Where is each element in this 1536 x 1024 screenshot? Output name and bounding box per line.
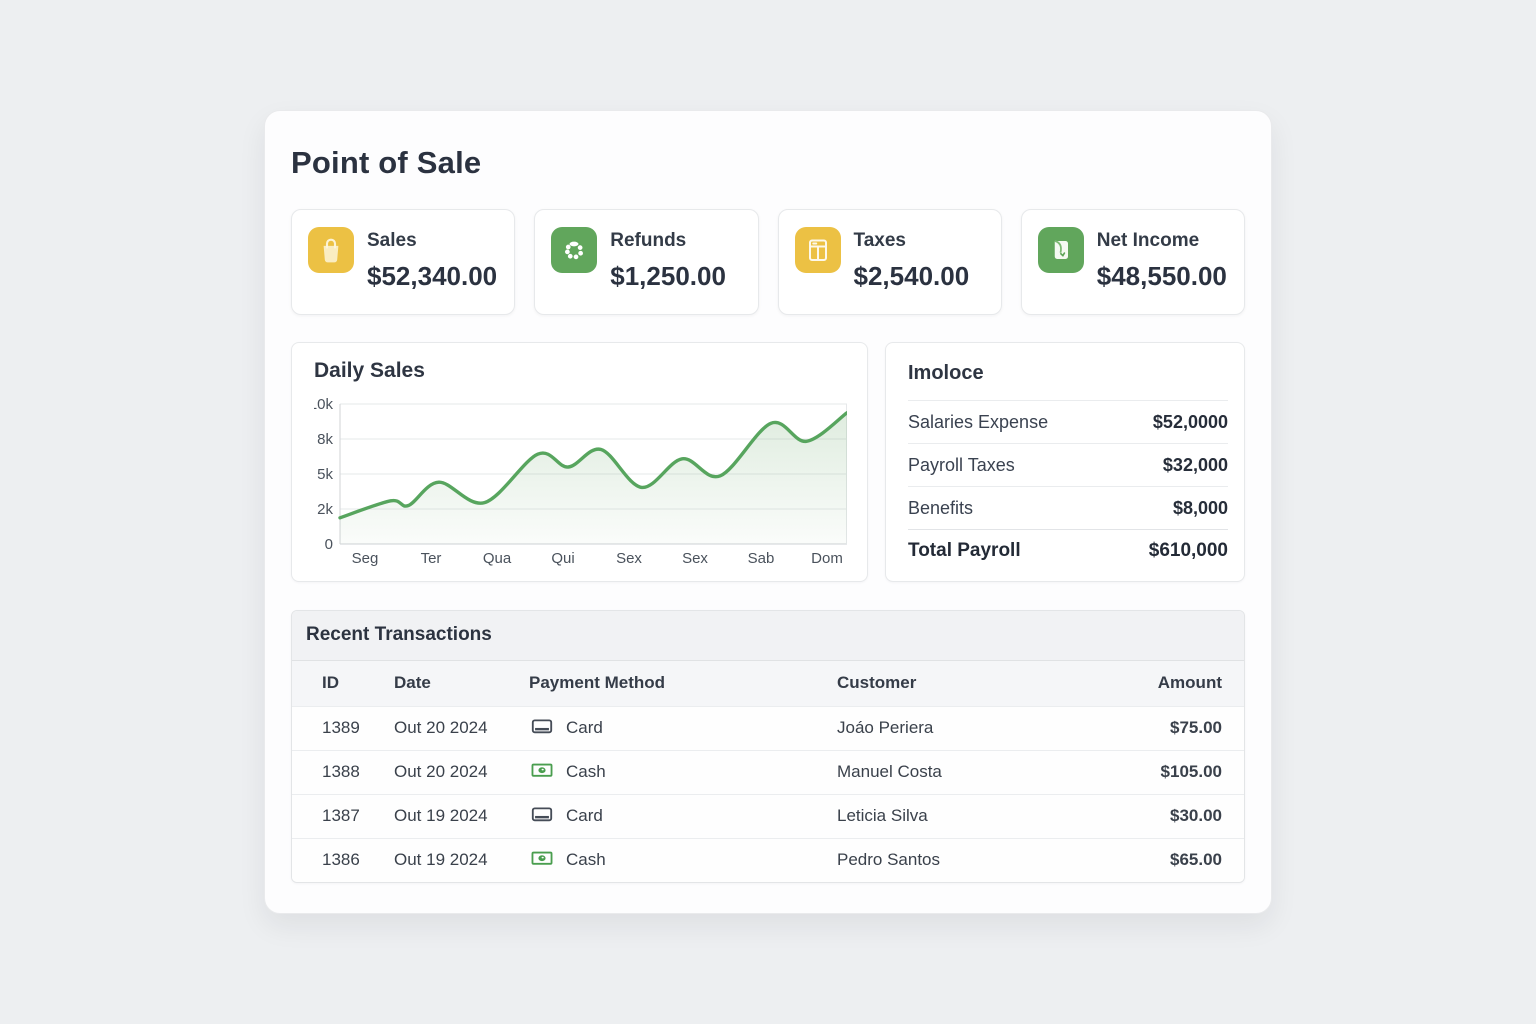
card-icon: [529, 801, 555, 832]
txn-date: Out 19 2024: [394, 794, 529, 838]
stat-value: $2,540.00: [854, 261, 970, 292]
txn-amount: $105.00: [1127, 750, 1244, 794]
payroll-row-label: Payroll Taxes: [908, 455, 1015, 476]
daily-sales-chart-svg: 0 2k 5k 8k 10k Seg Ter Qua Qui Sex Sex Sab Dom: [314, 387, 847, 569]
daily-sales-chart: 0 2k 5k 8k 10k Seg Ter Qua Qui Sex Sex Sab Dom: [314, 387, 845, 574]
transactions-title: Recent Transactions: [292, 611, 1244, 661]
payroll-row-label: Benefits: [908, 498, 973, 519]
payroll-row: Benefits $8,000: [908, 486, 1228, 529]
stat-card[interactable]: Refunds $1,250.00: [534, 209, 758, 315]
middle-row: Daily Sales 0 2k 5k 8k 10k Seg Ter Qua Qui Sex Sex…: [291, 342, 1245, 582]
svg-text:Sex: Sex: [616, 550, 642, 567]
payroll-row-value: $32,000: [1163, 455, 1228, 476]
payroll-panel-title: Imoloce: [908, 343, 1228, 400]
stat-label: Refunds: [610, 230, 726, 252]
column-header-amount: Amount: [1127, 661, 1244, 706]
txn-method: Cash: [566, 762, 606, 782]
refresh-dots-icon: [551, 227, 597, 273]
stat-value: $1,250.00: [610, 261, 726, 292]
card-icon: [529, 713, 555, 744]
payroll-total-label: Total Payroll: [908, 540, 1021, 562]
page-title: Point of Sale: [291, 145, 1245, 181]
svg-text:2k: 2k: [317, 501, 333, 518]
txn-customer: Joáo Periera: [837, 706, 1127, 750]
stat-card[interactable]: Sales $52,340.00: [291, 209, 515, 315]
stat-value: $52,340.00: [367, 261, 497, 292]
transactions-table-header: IDDatePayment MethodCustomerAmount: [292, 661, 1244, 706]
svg-text:5k: 5k: [317, 466, 333, 483]
shopping-bag-icon: [308, 227, 354, 273]
stat-value: $48,550.00: [1097, 261, 1227, 292]
column-header-id: ID: [292, 661, 394, 706]
stat-label: Net Income: [1097, 230, 1227, 252]
svg-text:Qui: Qui: [551, 550, 574, 567]
svg-text:Sex: Sex: [682, 550, 708, 567]
txn-method: Cash: [566, 850, 606, 870]
transactions-table: IDDatePayment MethodCustomerAmount 1389 …: [292, 661, 1244, 882]
table-row[interactable]: 1386 Out 19 2024 Cash Pedro Santos $65.0…: [292, 838, 1244, 882]
svg-text:0: 0: [325, 536, 333, 553]
payroll-panel: Imoloce Salaries Expense $52,0000 Payrol…: [885, 342, 1245, 582]
svg-text:8k: 8k: [317, 431, 333, 448]
stat-cards-row: Sales $52,340.00 Refunds $1,250.00 Taxes…: [291, 209, 1245, 315]
table-row[interactable]: 1389 Out 20 2024 Card Joáo Periera $75.0…: [292, 706, 1244, 750]
txn-date: Out 19 2024: [394, 838, 529, 882]
txn-id: 1386: [292, 838, 394, 882]
column-header-customer: Customer: [837, 661, 1127, 706]
column-header-date: Date: [394, 661, 529, 706]
pos-dashboard-window: Point of Sale Sales $52,340.00 Refunds $…: [264, 110, 1272, 914]
payroll-row: Salaries Expense $52,0000: [908, 400, 1228, 443]
svg-text:Dom: Dom: [811, 550, 843, 567]
cash-icon: [529, 845, 555, 876]
payroll-row-value: $52,0000: [1153, 412, 1228, 433]
payroll-row-value: $8,000: [1173, 498, 1228, 519]
payroll-rows: Salaries Expense $52,0000 Payroll Taxes …: [908, 400, 1228, 529]
svg-text:10k: 10k: [314, 396, 333, 413]
txn-amount: $75.00: [1127, 706, 1244, 750]
receipt-icon: [795, 227, 841, 273]
txn-id: 1387: [292, 794, 394, 838]
txn-date: Out 20 2024: [394, 750, 529, 794]
txn-customer: Pedro Santos: [837, 838, 1127, 882]
txn-amount: $30.00: [1127, 794, 1244, 838]
stat-label: Taxes: [854, 230, 970, 252]
txn-amount: $65.00: [1127, 838, 1244, 882]
svg-text:Qua: Qua: [483, 550, 512, 567]
txn-id: 1389: [292, 706, 394, 750]
desktop-background: { "page": { "title": "Point of Sale" }, …: [0, 0, 1536, 1024]
stat-card[interactable]: Net Income $48,550.00: [1021, 209, 1245, 315]
column-header-payment-method: Payment Method: [529, 661, 837, 706]
txn-customer: Leticia Silva: [837, 794, 1127, 838]
stat-card[interactable]: Taxes $2,540.00: [778, 209, 1002, 315]
txn-date: Out 20 2024: [394, 706, 529, 750]
table-row[interactable]: 1388 Out 20 2024 Cash Manuel Costa $105.…: [292, 750, 1244, 794]
table-row[interactable]: 1387 Out 19 2024 Card Leticia Silva $30.…: [292, 794, 1244, 838]
txn-id: 1388: [292, 750, 394, 794]
txn-method: Card: [566, 718, 603, 738]
recent-transactions-panel: Recent Transactions IDDatePayment Method…: [291, 610, 1245, 883]
payroll-total-row: Total Payroll $610,000: [908, 529, 1228, 572]
payroll-total-value: $610,000: [1149, 540, 1228, 562]
txn-method: Card: [566, 806, 603, 826]
cash-icon: [529, 757, 555, 788]
payroll-row-label: Salaries Expense: [908, 412, 1048, 433]
chart-title: Daily Sales: [314, 359, 845, 383]
svg-text:Seg: Seg: [352, 550, 379, 567]
stat-label: Sales: [367, 230, 497, 252]
payroll-row: Payroll Taxes $32,000: [908, 443, 1228, 486]
daily-sales-panel: Daily Sales 0 2k 5k 8k 10k Seg Ter Qua Qui Sex Sex…: [291, 342, 868, 582]
document-icon: [1038, 227, 1084, 273]
txn-customer: Manuel Costa: [837, 750, 1127, 794]
svg-text:Ter: Ter: [421, 550, 442, 567]
svg-text:Sab: Sab: [748, 550, 775, 567]
